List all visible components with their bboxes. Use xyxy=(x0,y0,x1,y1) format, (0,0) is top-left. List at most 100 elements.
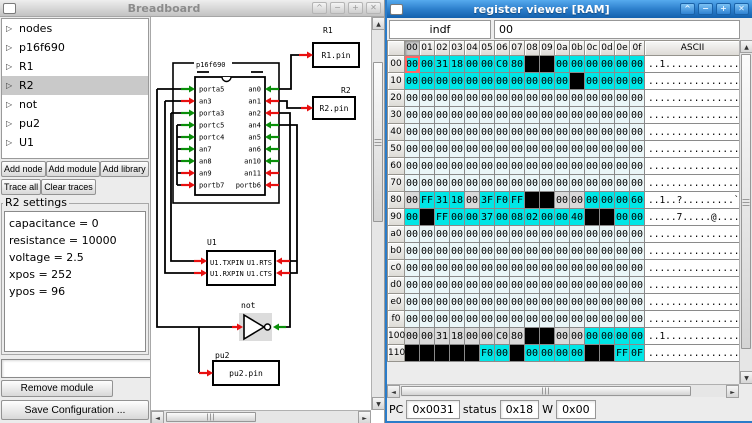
register-cell[interactable]: 00 xyxy=(600,294,615,311)
register-cell[interactable]: 00 xyxy=(570,294,585,311)
register-cell[interactable]: 60 xyxy=(630,192,645,209)
register-cell[interactable]: 00 xyxy=(525,277,540,294)
register-cell[interactable]: 00 xyxy=(480,294,495,311)
register-cell[interactable]: FF xyxy=(510,192,525,209)
vertical-scroll-thumb[interactable] xyxy=(741,54,751,349)
scroll-up-icon[interactable]: ▲ xyxy=(740,40,752,53)
register-cell[interactable]: 00 xyxy=(600,175,615,192)
expander-icon[interactable]: ▷ xyxy=(6,43,13,52)
register-cell[interactable]: 00 xyxy=(555,277,570,294)
register-cell[interactable]: 00 xyxy=(615,209,630,226)
register-cell[interactable]: 00 xyxy=(630,73,645,90)
register-cell[interactable]: 00 xyxy=(420,107,435,124)
register-cell[interactable]: 00 xyxy=(405,124,420,141)
tree-item-not[interactable]: ▷not xyxy=(2,95,148,114)
register-cell[interactable]: 00 xyxy=(480,260,495,277)
register-cell[interactable]: 00 xyxy=(450,90,465,107)
expander-icon[interactable]: ▷ xyxy=(6,119,13,128)
minimize-button[interactable]: − xyxy=(698,3,713,15)
register-cell[interactable] xyxy=(540,192,555,209)
property-line[interactable]: resistance = 10000 xyxy=(9,234,145,251)
register-cell[interactable]: 00 xyxy=(555,243,570,260)
register-cell[interactable]: 00 xyxy=(510,124,525,141)
register-cell[interactable]: 00 xyxy=(480,107,495,124)
pin-arrow-porta5[interactable] xyxy=(181,86,195,93)
register-cell[interactable]: 00 xyxy=(495,294,510,311)
register-cell[interactable]: 00 xyxy=(600,192,615,209)
register-cell[interactable]: 00 xyxy=(555,56,570,73)
add-node-button[interactable]: Add node xyxy=(1,161,46,177)
register-cell[interactable]: 00 xyxy=(540,124,555,141)
register-cell[interactable]: 00 xyxy=(405,73,420,90)
register-cell[interactable]: 00 xyxy=(615,311,630,328)
register-cell[interactable]: 00 xyxy=(510,311,525,328)
col-header-0d[interactable]: 0d xyxy=(600,41,615,56)
register-cell[interactable]: 00 xyxy=(630,107,645,124)
register-cell[interactable]: 00 xyxy=(570,90,585,107)
register-cell[interactable]: 00 xyxy=(615,73,630,90)
register-cell[interactable]: FF xyxy=(435,209,450,226)
pin-arrow-an9[interactable] xyxy=(181,170,195,177)
register-cell[interactable]: 00 xyxy=(480,277,495,294)
status-value-w[interactable]: 0x00 xyxy=(556,400,596,419)
register-cell[interactable]: 00 xyxy=(585,175,600,192)
register-cell[interactable]: 00 xyxy=(525,311,540,328)
register-cell[interactable]: 00 xyxy=(465,141,480,158)
register-cell[interactable]: 00 xyxy=(525,107,540,124)
register-cell[interactable]: 00 xyxy=(570,56,585,73)
register-cell[interactable]: 00 xyxy=(450,209,465,226)
window-icon[interactable] xyxy=(390,4,403,15)
register-cell[interactable]: 00 xyxy=(630,175,645,192)
row-header-60[interactable]: 60 xyxy=(388,158,405,175)
register-cell[interactable]: 00 xyxy=(570,192,585,209)
register-cell[interactable]: 00 xyxy=(585,294,600,311)
register-cell[interactable]: 00 xyxy=(405,311,420,328)
col-header-0a[interactable]: 0a xyxy=(555,41,570,56)
register-cell[interactable]: 00 xyxy=(405,209,420,226)
register-cell[interactable]: 00 xyxy=(525,345,540,362)
register-cell[interactable]: 00 xyxy=(600,158,615,175)
property-line[interactable]: capacitance = 0 xyxy=(9,217,145,234)
register-cell[interactable]: 00 xyxy=(540,243,555,260)
register-cell[interactable]: 00 xyxy=(615,56,630,73)
register-cell[interactable]: 00 xyxy=(540,175,555,192)
pin-arrow-u1-txpin[interactable] xyxy=(194,258,207,265)
register-cell[interactable]: 00 xyxy=(465,90,480,107)
col-header-06[interactable]: 06 xyxy=(495,41,510,56)
register-cell[interactable]: 00 xyxy=(600,328,615,345)
register-cell[interactable]: 00 xyxy=(510,277,525,294)
register-cell[interactable]: 00 xyxy=(630,311,645,328)
register-cell[interactable]: 00 xyxy=(480,226,495,243)
add-module-button[interactable]: Add module xyxy=(46,161,100,177)
row-header-80[interactable]: 80 xyxy=(388,192,405,209)
register-cell[interactable]: C0 xyxy=(495,56,510,73)
row-header-d0[interactable]: d0 xyxy=(388,277,405,294)
register-cell[interactable]: 00 xyxy=(570,328,585,345)
col-header-09[interactable]: 09 xyxy=(540,41,555,56)
register-cell[interactable]: 00 xyxy=(420,277,435,294)
row-header-70[interactable]: 70 xyxy=(388,175,405,192)
register-cell[interactable]: 00 xyxy=(555,328,570,345)
register-cell[interactable]: 00 xyxy=(615,107,630,124)
register-cell[interactable]: F0 xyxy=(480,345,495,362)
register-cell[interactable]: 00 xyxy=(450,141,465,158)
pin-arrow-portc4[interactable] xyxy=(181,134,195,141)
close-button[interactable]: ✕ xyxy=(734,3,749,15)
register-cell[interactable]: 00 xyxy=(465,73,480,90)
register-cell[interactable]: 00 xyxy=(615,226,630,243)
register-cell[interactable]: 00 xyxy=(585,124,600,141)
tree-item-U1[interactable]: ▷U1 xyxy=(2,133,148,152)
register-cell[interactable]: 00 xyxy=(465,243,480,260)
horizontal-scroll-thumb[interactable] xyxy=(166,412,256,422)
col-header-00[interactable]: 00 xyxy=(405,41,420,56)
register-cell[interactable]: 00 xyxy=(480,73,495,90)
register-cell[interactable]: 00 xyxy=(435,294,450,311)
register-cell[interactable]: 00 xyxy=(600,277,615,294)
register-cell[interactable]: 00 xyxy=(465,260,480,277)
status-value-pc[interactable]: 0x0031 xyxy=(406,400,460,419)
register-cell[interactable]: 00 xyxy=(465,124,480,141)
canvas-vertical-scrollbar[interactable]: ▲ ▼ xyxy=(371,17,384,410)
register-cell[interactable]: 00 xyxy=(570,243,585,260)
register-cell[interactable]: 00 xyxy=(615,124,630,141)
register-cell[interactable]: 00 xyxy=(630,158,645,175)
